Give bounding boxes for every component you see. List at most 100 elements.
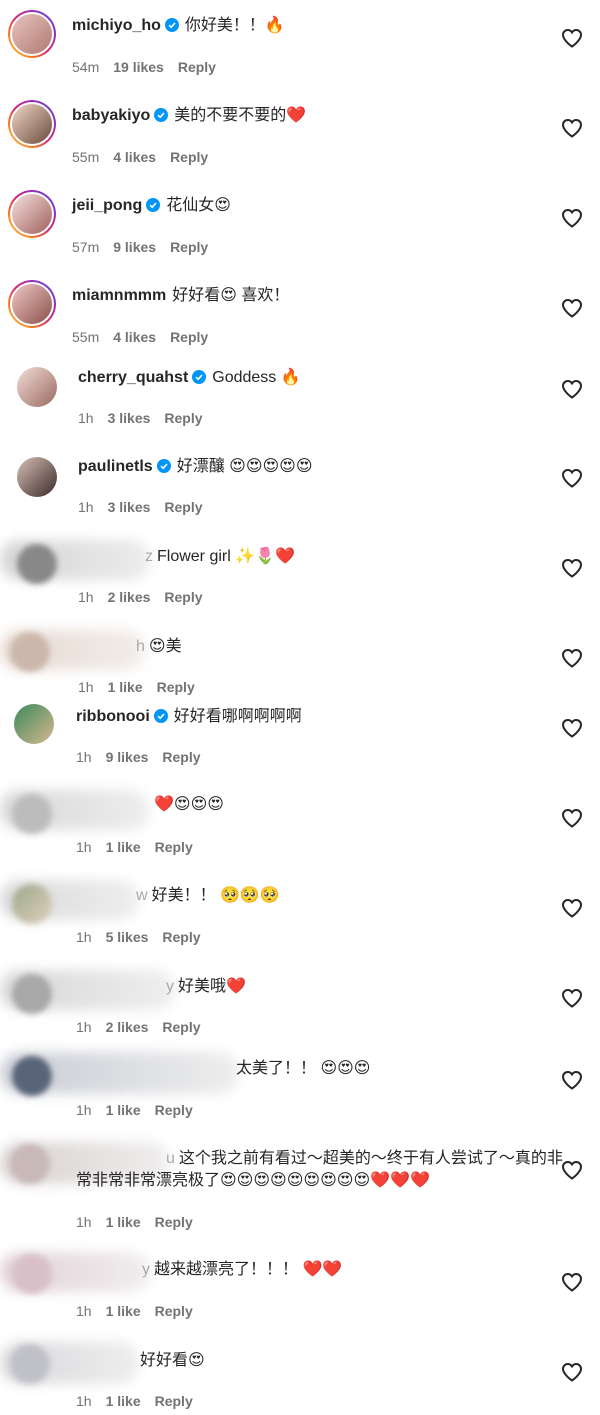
comment-time: 1h <box>76 1019 92 1035</box>
avatar[interactable] <box>8 10 56 58</box>
likes-count[interactable]: 19 likes <box>113 59 164 75</box>
username[interactable]: miamnmmm <box>72 287 166 304</box>
username[interactable]: michiyo_ho <box>72 17 161 34</box>
reply-button[interactable]: Reply <box>155 1393 193 1409</box>
reply-button[interactable]: Reply <box>155 839 193 855</box>
avatar[interactable] <box>10 1344 50 1384</box>
comment-text: 这个我之前有看过～超美的～终于有人尝试了～真的非常非常非常漂亮极了😍😍😍😍😍😍😍… <box>76 1150 563 1189</box>
username[interactable]: u <box>166 1150 175 1167</box>
verified-badge-icon <box>146 198 161 212</box>
reply-button[interactable]: Reply <box>170 329 208 345</box>
reply-button[interactable]: Reply <box>170 239 208 255</box>
comment-text: 花仙女😍 <box>166 197 231 214</box>
comment-text: 美的不要不要的❤️ <box>174 107 307 124</box>
likes-count[interactable]: 5 likes <box>106 929 149 945</box>
reply-button[interactable]: Reply <box>178 59 216 75</box>
comment-time: 1h <box>76 929 92 945</box>
likes-count[interactable]: 1 like <box>106 1102 141 1118</box>
avatar[interactable] <box>12 884 52 924</box>
likes-count[interactable]: 1 like <box>106 1214 141 1230</box>
reply-button[interactable]: Reply <box>155 1303 193 1319</box>
avatar[interactable] <box>8 280 56 328</box>
likes-count[interactable]: 1 like <box>108 679 143 695</box>
likes-count[interactable]: 4 likes <box>113 329 156 345</box>
heart-icon[interactable] <box>560 1270 584 1294</box>
avatar[interactable] <box>12 794 52 834</box>
avatar[interactable] <box>17 367 57 407</box>
likes-count[interactable]: 9 likes <box>113 239 156 255</box>
username[interactable]: y <box>166 978 174 995</box>
avatar[interactable] <box>8 100 56 148</box>
reply-button[interactable]: Reply <box>155 1102 193 1118</box>
reply-button[interactable]: Reply <box>155 1214 193 1230</box>
heart-icon[interactable] <box>560 896 584 920</box>
likes-count[interactable]: 1 like <box>106 1393 141 1409</box>
reply-button[interactable]: Reply <box>164 410 202 426</box>
avatar[interactable] <box>12 974 52 1014</box>
comment-text: Goddess 🔥 <box>212 369 301 386</box>
verified-badge-icon <box>156 459 171 473</box>
reply-button[interactable]: Reply <box>162 929 200 945</box>
heart-icon[interactable] <box>560 1158 584 1182</box>
comment-time: 1h <box>76 1303 92 1319</box>
comment-time: 1h <box>76 749 92 765</box>
heart-icon[interactable] <box>560 206 584 230</box>
reply-button[interactable]: Reply <box>164 589 202 605</box>
comment-text: ❤️😍😍😍 <box>154 796 224 813</box>
reply-button[interactable]: Reply <box>170 149 208 165</box>
reply-button[interactable]: Reply <box>164 499 202 515</box>
comment-text: 越来越漂亮了！！！ ❤️❤️ <box>154 1261 343 1278</box>
likes-count[interactable]: 1 like <box>106 839 141 855</box>
username[interactable]: paulinetls <box>78 458 153 475</box>
heart-icon[interactable] <box>560 986 584 1010</box>
comment-time: 1h <box>78 499 94 515</box>
username[interactable]: cherry_quahst <box>78 369 188 386</box>
username[interactable]: y <box>142 1261 150 1278</box>
reply-button[interactable]: Reply <box>157 679 195 695</box>
avatar[interactable] <box>10 1144 50 1184</box>
comment-time: 55m <box>72 149 100 165</box>
heart-icon[interactable] <box>560 377 584 401</box>
heart-icon[interactable] <box>560 806 584 830</box>
avatar[interactable] <box>12 1254 52 1294</box>
avatar[interactable] <box>17 544 57 584</box>
comment-text: 太美了！！ 😍😍😍 <box>236 1060 371 1077</box>
reply-button[interactable]: Reply <box>162 749 200 765</box>
avatar[interactable] <box>12 1056 52 1096</box>
likes-count[interactable]: 2 likes <box>108 589 151 605</box>
comment-time: 1h <box>76 1214 92 1230</box>
likes-count[interactable]: 3 likes <box>108 499 151 515</box>
username[interactable]: jeii_pong <box>72 197 142 214</box>
heart-icon[interactable] <box>560 1360 584 1384</box>
comment-text: 好漂釀 😍😍😍😍😍 <box>176 458 313 475</box>
avatar[interactable] <box>17 457 57 497</box>
comment-time: 1h <box>78 410 94 426</box>
heart-icon[interactable] <box>560 296 584 320</box>
likes-count[interactable]: 3 likes <box>108 410 151 426</box>
heart-icon[interactable] <box>560 466 584 490</box>
heart-icon[interactable] <box>560 116 584 140</box>
likes-count[interactable]: 9 likes <box>106 749 149 765</box>
verified-badge-icon <box>154 108 169 122</box>
heart-icon[interactable] <box>560 556 584 580</box>
username[interactable]: babyakiyo <box>72 107 150 124</box>
avatar[interactable] <box>8 190 56 238</box>
comment-time: 55m <box>72 329 100 345</box>
likes-count[interactable]: 1 like <box>106 1303 141 1319</box>
heart-icon[interactable] <box>560 26 584 50</box>
comment-text: 好好看😍 <box>140 1352 205 1369</box>
comment-time: 54m <box>72 59 100 75</box>
avatar[interactable] <box>10 632 50 672</box>
heart-icon[interactable] <box>560 646 584 670</box>
username[interactable]: h <box>136 638 145 655</box>
username[interactable]: w <box>136 887 148 904</box>
username[interactable]: z <box>145 548 153 565</box>
verified-badge-icon <box>153 709 168 723</box>
heart-icon[interactable] <box>560 1068 584 1092</box>
likes-count[interactable]: 4 likes <box>113 149 156 165</box>
likes-count[interactable]: 2 likes <box>106 1019 149 1035</box>
username[interactable]: ribbonooi <box>76 708 150 725</box>
avatar[interactable] <box>14 704 54 744</box>
heart-icon[interactable] <box>560 716 584 740</box>
reply-button[interactable]: Reply <box>162 1019 200 1035</box>
